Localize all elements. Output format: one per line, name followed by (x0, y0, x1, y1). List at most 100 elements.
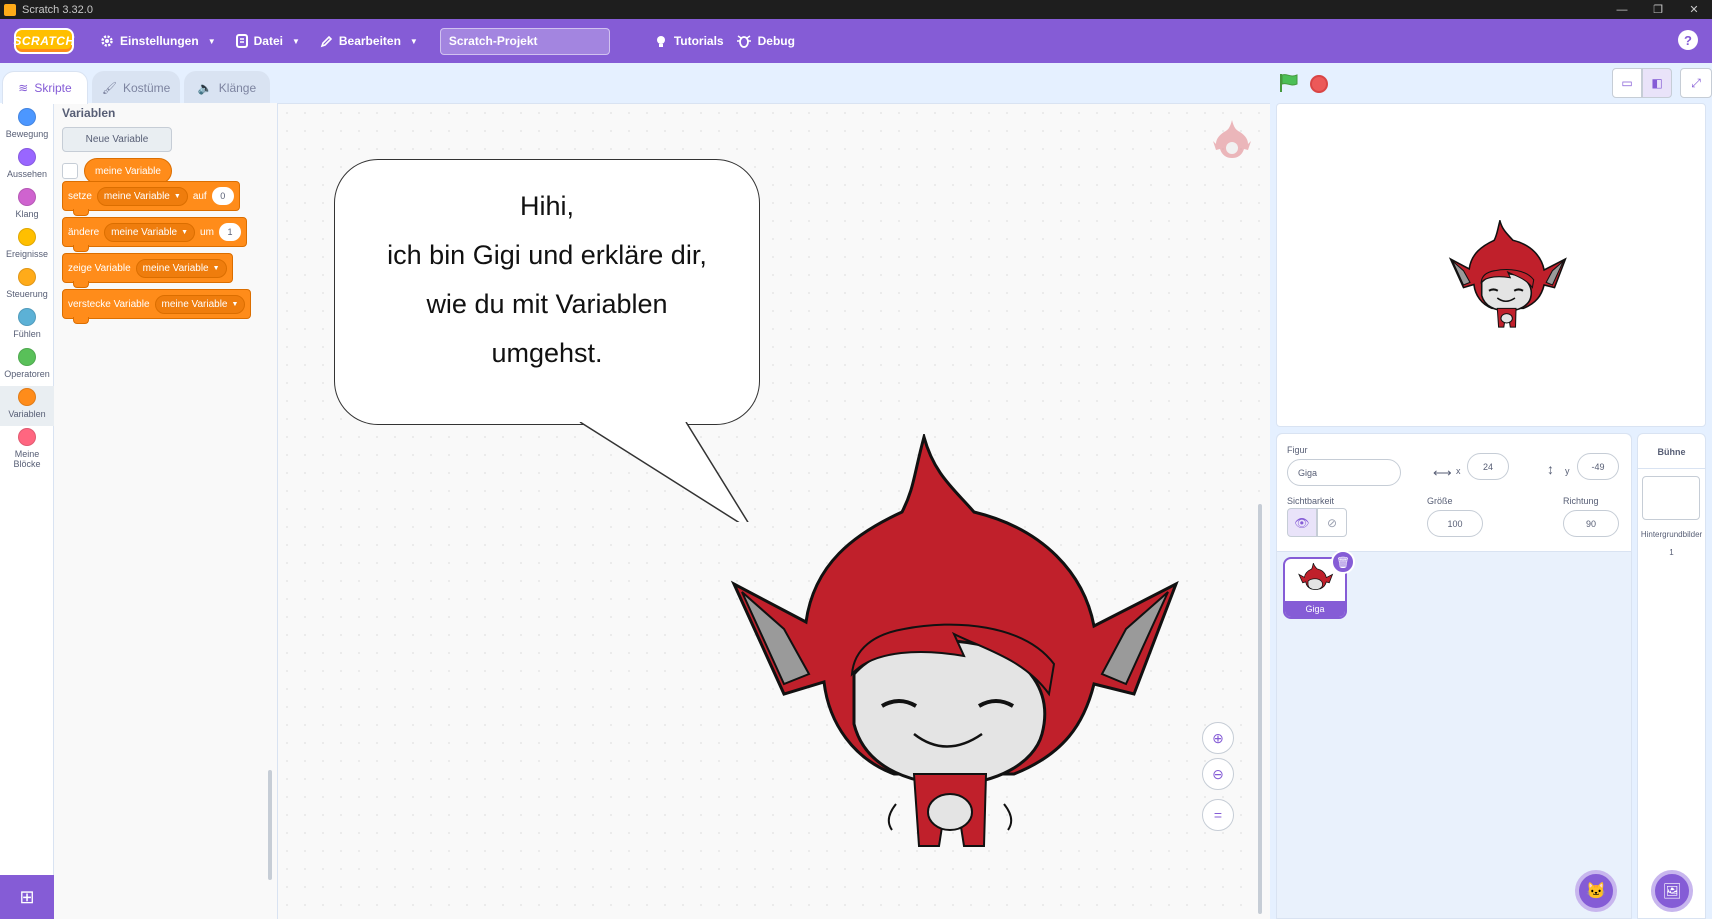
direction-input[interactable]: 90 (1563, 510, 1619, 537)
new-variable-button[interactable]: Neue Variable (62, 127, 172, 152)
stage-selector[interactable]: Bühne Hintergrundbilder 1 🖼 (1637, 433, 1706, 919)
small-stage-button[interactable]: ▭ (1612, 68, 1642, 98)
settings-menu[interactable]: Einstellungen ▼ (90, 19, 226, 63)
tab-label: Klänge (218, 80, 257, 95)
palette-scrollbar[interactable] (268, 770, 272, 880)
zoom-in-button[interactable]: ⊕ (1202, 722, 1234, 754)
debug-button[interactable]: Debug (734, 19, 805, 63)
block-text: verstecke Variable (68, 298, 150, 310)
add-backdrop-button[interactable]: 🖼 (1651, 870, 1693, 912)
image-plus-icon: 🖼 (1662, 883, 1682, 900)
menu-bar: SCRATCH Einstellungen ▼ Datei ▼ Bearbeit… (0, 19, 1712, 63)
variable-dropdown[interactable]: meine Variable ▼ (96, 186, 188, 206)
tab-scripts[interactable]: ≋ Skripte (2, 71, 88, 104)
scratch-app-icon (4, 3, 16, 16)
code-workspace[interactable]: Hihi, ich bin Gigi und erkläre dir, wie … (278, 103, 1270, 919)
stage-header: ▭ ◧ ⤢ (1270, 63, 1712, 103)
sprite-label: Figur (1287, 445, 1308, 455)
fullscreen-button[interactable]: ⤢ (1680, 68, 1712, 98)
block-palette: Variablen Neue Variable meine Variable s… (54, 103, 278, 919)
speech-line: Hihi, (519, 191, 574, 221)
green-flag-icon[interactable] (1278, 72, 1300, 94)
variable-dropdown[interactable]: meine Variable ▼ (104, 222, 196, 242)
chevron-down-icon: ▼ (181, 228, 189, 236)
category-motion[interactable]: Bewegung (0, 108, 54, 148)
y-position-input[interactable]: -49 (1577, 453, 1619, 480)
category-operators[interactable]: Operatoren (0, 348, 54, 388)
workspace-vertical-scrollbar[interactable] (1258, 504, 1262, 914)
large-stage-button[interactable]: ◧ (1642, 68, 1672, 98)
category-dot-icon (18, 308, 36, 326)
category-label: Operatoren (4, 369, 50, 379)
chevron-down-icon: ▼ (409, 36, 418, 46)
chevron-down-icon: ▼ (291, 36, 300, 46)
visibility-label: Sichtbarkeit (1287, 496, 1335, 506)
scratch-logo[interactable]: SCRATCH (13, 28, 74, 54)
file-menu[interactable]: Datei ▼ (226, 19, 310, 63)
zoom-out-button[interactable]: ⊖ (1202, 758, 1234, 790)
help-button[interactable]: ? (1678, 30, 1698, 50)
zoom-reset-button[interactable]: = (1202, 799, 1234, 831)
variable-dropdown[interactable]: meine Variable ▼ (154, 294, 246, 314)
size-input[interactable]: 100 (1427, 510, 1483, 537)
tab-sounds[interactable]: 🔈 Klänge (184, 71, 270, 103)
sprite-info-panel: Figur Giga ⟷ x 24 ↕ y -49 Sichtbarkeit 👁… (1277, 434, 1631, 552)
change-variable-block[interactable]: ändere meine Variable ▼ um 1 (62, 217, 247, 252)
palette-heading: Variablen (62, 106, 116, 120)
tab-costumes[interactable]: 🖌 Kostüme (92, 71, 180, 103)
show-variable-block[interactable]: zeige Variable meine Variable ▼ (62, 253, 233, 288)
category-dot-icon (18, 228, 36, 246)
chevron-down-icon: ▼ (207, 36, 216, 46)
small-stage-icon: ▭ (1621, 76, 1633, 90)
category-sound[interactable]: Klang (0, 188, 54, 228)
speech-line: wie du mit Variablen (426, 289, 668, 319)
edit-label: Bearbeiten (338, 34, 401, 48)
dropdown-label: meine Variable (161, 298, 228, 310)
value-input[interactable]: 1 (218, 223, 241, 241)
category-label: Ereignisse (5, 249, 49, 259)
dropdown-label: meine Variable (142, 262, 209, 274)
sprite-watermark-icon (1213, 120, 1251, 158)
restore-icon[interactable]: ❐ (1640, 0, 1676, 19)
window-titlebar: Scratch 3.32.0 — ❐ ✕ (0, 0, 1712, 19)
dropdown-label: meine Variable (111, 226, 178, 238)
pencil-icon (320, 35, 333, 47)
hide-sprite-button[interactable]: ⊘ (1317, 508, 1347, 537)
project-title-input[interactable]: Scratch-Projekt (439, 27, 610, 55)
close-icon[interactable]: ✕ (1676, 0, 1712, 19)
variable-checkbox[interactable] (62, 163, 78, 179)
hide-variable-block[interactable]: verstecke Variable meine Variable ▼ (62, 289, 252, 324)
value-input[interactable]: 0 (211, 187, 234, 205)
show-sprite-button[interactable]: 👁 (1287, 508, 1317, 537)
edit-menu[interactable]: Bearbeiten ▼ (310, 19, 428, 63)
x-position-input[interactable]: 24 (1467, 453, 1509, 480)
variable-dropdown[interactable]: meine Variable ▼ (135, 258, 227, 278)
category-dot-icon (18, 268, 36, 286)
category-looks[interactable]: Aussehen (0, 148, 54, 188)
gear-icon (101, 35, 113, 47)
category-events[interactable]: Ereignisse (0, 228, 54, 268)
add-sprite-button[interactable]: 🐱 (1575, 870, 1617, 912)
delete-sprite-button[interactable]: 🗑 (1331, 550, 1355, 574)
category-my-blocks[interactable]: Meine Blöcke (0, 428, 54, 478)
block-text: zeige Variable (68, 262, 131, 274)
block-category-menu: Bewegung Aussehen Klang Ereignisse Steue… (0, 103, 54, 919)
category-label: Aussehen (6, 169, 48, 179)
category-control[interactable]: Steuerung (0, 268, 54, 308)
set-variable-block[interactable]: setze meine Variable ▼ auf 0 (62, 181, 240, 216)
stage-canvas[interactable] (1276, 103, 1706, 427)
category-sensing[interactable]: Fühlen (0, 308, 54, 348)
stage-thumbnail[interactable] (1642, 476, 1700, 520)
block-text: um (200, 226, 214, 238)
tutorials-label: Tutorials (673, 34, 724, 48)
tutorials-button[interactable]: Tutorials (644, 19, 734, 63)
sprite-thumbnail (1298, 563, 1334, 590)
category-label: Bewegung (5, 129, 49, 139)
add-extension-button[interactable]: ⊞ (0, 875, 54, 919)
sprite-name-input[interactable]: Giga (1287, 459, 1401, 486)
x-label: x (1456, 466, 1461, 476)
speech-bubble: Hihi, ich bin Gigi und erkläre dir, wie … (334, 159, 760, 425)
category-variables[interactable]: Variablen (0, 386, 54, 426)
minimize-icon[interactable]: — (1604, 0, 1640, 19)
stop-icon[interactable] (1310, 75, 1328, 93)
